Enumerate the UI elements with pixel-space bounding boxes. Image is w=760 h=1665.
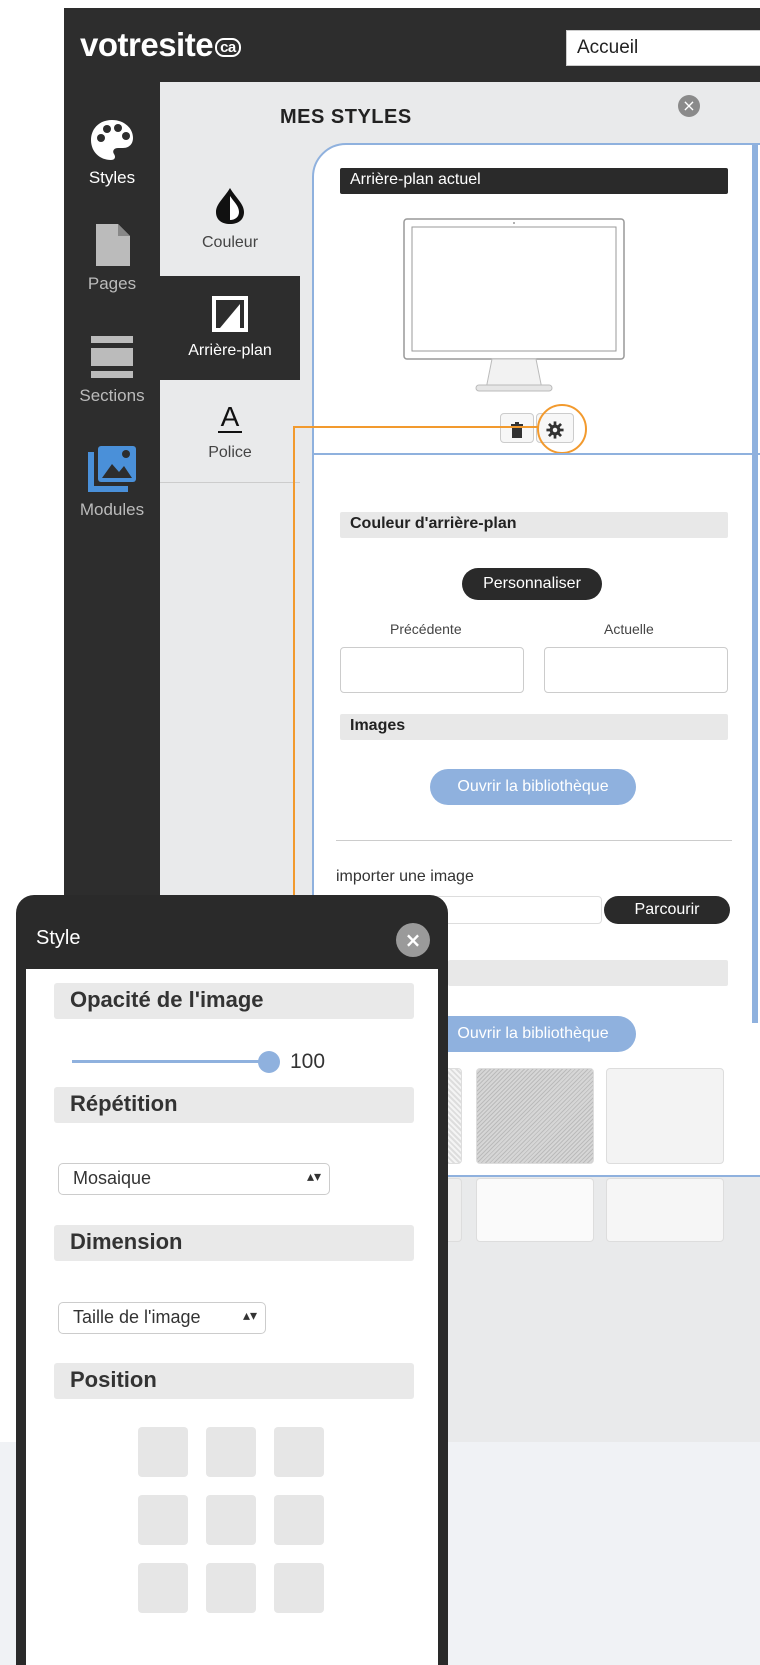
image-gallery-icon (88, 446, 136, 492)
subnav-item-arriere-plan[interactable]: Arrière-plan (160, 276, 300, 380)
images-heading: Images (340, 714, 728, 740)
panel-divider (312, 453, 760, 455)
current-background-heading: Arrière-plan actuel (340, 168, 728, 194)
divider (336, 840, 732, 841)
dimension-heading: Dimension (54, 1225, 414, 1261)
open-library-button-2[interactable]: Ouvrir la bibliothèque (430, 1016, 636, 1052)
textures-heading (448, 960, 728, 986)
import-label: importer une image (336, 868, 474, 885)
dimension-value: Taille de l'image (73, 1307, 201, 1327)
position-bottom-left[interactable] (138, 1563, 188, 1613)
opacity-value: 100 (290, 1050, 326, 1073)
texture-thumbnail[interactable] (476, 1178, 594, 1242)
nav-label: Modules (79, 500, 145, 519)
opacity-slider-track[interactable] (72, 1060, 268, 1063)
trash-icon (511, 421, 523, 438)
nav-item-modules[interactable]: Modules (64, 444, 160, 520)
texture-thumbnail[interactable] (606, 1178, 724, 1242)
monitor-preview (403, 218, 625, 392)
position-middle-right[interactable] (274, 1495, 324, 1545)
previous-color-swatch[interactable] (340, 647, 524, 693)
subnav-label: Couleur (201, 234, 259, 251)
browse-button[interactable]: Parcourir (604, 896, 730, 924)
subnav-label: Police (208, 444, 252, 461)
nav-label: Pages (87, 274, 137, 293)
font-icon: A (218, 401, 242, 433)
current-color-swatch[interactable] (544, 647, 728, 693)
position-bottom-center[interactable] (206, 1563, 256, 1613)
repeat-value: Mosaique (73, 1168, 152, 1188)
subnav-item-police[interactable]: A Police (160, 400, 300, 470)
nav-item-styles[interactable]: Styles (64, 118, 160, 188)
position-heading: Position (54, 1363, 414, 1399)
close-icon[interactable]: × (396, 923, 430, 957)
top-bar: votresite ca Accueil (64, 8, 760, 82)
logo: votresite ca (80, 28, 241, 61)
select-arrows-icon: ▴▾ (306, 1168, 321, 1184)
scrollbar[interactable] (752, 143, 758, 1023)
drop-icon (216, 188, 244, 224)
delete-button[interactable] (500, 413, 534, 443)
position-center[interactable] (206, 1495, 256, 1545)
opacity-heading: Opacité de l'image (54, 983, 414, 1019)
subnav-label: Arrière-plan (188, 342, 272, 359)
svg-text:A: A (221, 401, 240, 432)
open-library-button[interactable]: Ouvrir la bibliothèque (430, 769, 636, 805)
background-icon (212, 296, 248, 332)
select-arrows-icon: ▴▾ (242, 1307, 257, 1323)
nav-label: Sections (79, 386, 145, 405)
repeat-select[interactable]: Mosaique ▴▾ (58, 1163, 330, 1195)
subnav-item-couleur[interactable]: Couleur (160, 186, 300, 270)
subnav-divider (160, 482, 300, 483)
position-top-center[interactable] (206, 1427, 256, 1477)
popup-body: Opacité de l'image 100 Répétition Mosaiq… (26, 969, 438, 1665)
opacity-slider-handle[interactable] (258, 1051, 280, 1073)
logo-text: votresite (80, 26, 214, 63)
position-middle-left[interactable] (138, 1495, 188, 1545)
texture-thumbnail[interactable] (476, 1068, 594, 1164)
previous-label: Précédente (390, 621, 462, 637)
style-popup: Style × Opacité de l'image 100 Répétitio… (16, 895, 448, 1665)
repeat-heading: Répétition (54, 1087, 414, 1123)
style-subnav: Couleur Arrière-plan A Police (160, 82, 300, 512)
customize-button[interactable]: Personnaliser (462, 568, 602, 600)
callout-line (293, 426, 295, 896)
file-input[interactable] (430, 896, 602, 924)
dimension-select[interactable]: Taille de l'image ▴▾ (58, 1302, 266, 1334)
position-top-right[interactable] (274, 1427, 324, 1477)
palette-icon (91, 120, 133, 160)
callout-line (294, 426, 538, 428)
position-bottom-right[interactable] (274, 1563, 324, 1613)
sections-icon (91, 336, 133, 378)
page-icon (96, 224, 130, 266)
page-selector[interactable]: Accueil (566, 30, 760, 66)
texture-thumbnail[interactable] (606, 1068, 724, 1164)
position-top-left[interactable] (138, 1427, 188, 1477)
popup-title: Style (36, 927, 81, 949)
close-icon[interactable]: × (678, 95, 700, 117)
nav-item-pages[interactable]: Pages (64, 222, 160, 294)
panel-title: MES STYLES (280, 106, 412, 128)
nav-item-sections[interactable]: Sections (64, 332, 160, 406)
nav-label: Styles (88, 168, 136, 187)
bg-color-heading: Couleur d'arrière-plan (340, 512, 728, 538)
logo-suffix: ca (215, 38, 241, 57)
highlight-circle (537, 404, 587, 454)
current-label: Actuelle (604, 621, 654, 637)
